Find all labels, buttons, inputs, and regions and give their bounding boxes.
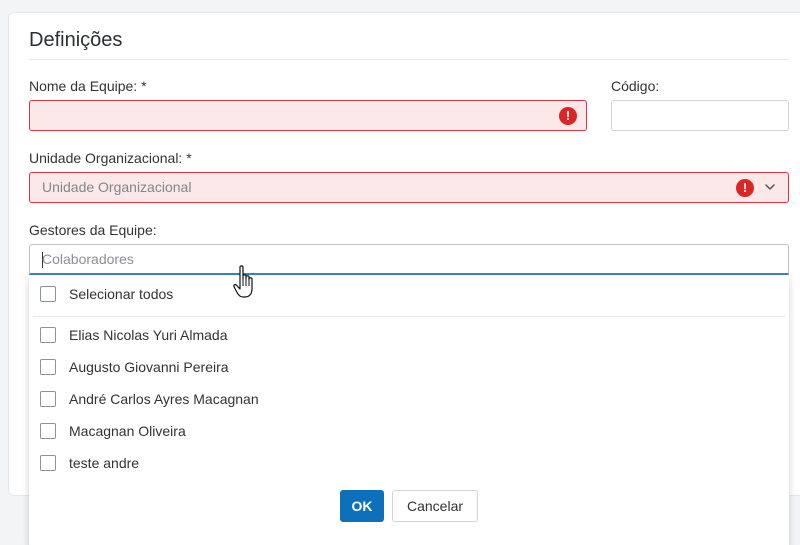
checkbox-icon[interactable]	[40, 455, 56, 471]
option-label: André Carlos Ayres Macagnan	[69, 391, 259, 407]
exclamation-circle-icon: !	[736, 179, 754, 197]
section-title: Definições	[29, 29, 123, 51]
dropdown-divider	[33, 316, 785, 317]
team-name-input[interactable]: !	[29, 100, 587, 131]
option-label: Elias Nicolas Yuri Almada	[69, 327, 228, 343]
list-item[interactable]: teste andre	[40, 453, 139, 473]
list-item[interactable]: Elias Nicolas Yuri Almada	[40, 325, 227, 345]
cancel-button[interactable]: Cancelar	[392, 490, 478, 522]
option-label: Augusto Giovanni Pereira	[69, 359, 229, 375]
checkbox-icon[interactable]	[40, 423, 56, 439]
option-label: Macagnan Oliveira	[69, 423, 186, 439]
checkbox-icon[interactable]	[40, 391, 56, 407]
select-all-label: Selecionar todos	[69, 286, 174, 302]
managers-placeholder: Colaboradores	[42, 251, 134, 267]
checkbox-icon[interactable]	[40, 359, 56, 375]
org-unit-label: Unidade Organizacional: *	[29, 150, 192, 166]
code-label: Código:	[611, 78, 660, 94]
team-name-label: Nome da Equipe: *	[29, 78, 147, 94]
hand-pointer-cursor-icon	[233, 265, 253, 298]
list-item[interactable]: Macagnan Oliveira	[40, 421, 186, 441]
managers-search-input[interactable]: Colaboradores	[29, 244, 789, 275]
option-label: teste andre	[69, 455, 140, 471]
checkbox-icon[interactable]	[40, 327, 56, 343]
code-input[interactable]	[611, 100, 789, 131]
managers-label: Gestores da Equipe:	[29, 222, 157, 238]
list-item[interactable]: Augusto Giovanni Pereira	[40, 357, 229, 377]
chevron-down-icon[interactable]	[762, 179, 778, 195]
ok-button[interactable]: OK	[340, 490, 384, 522]
select-all-option[interactable]: Selecionar todos	[40, 284, 173, 304]
title-divider	[29, 59, 789, 60]
managers-dropdown: Selecionar todos Elias Nicolas Yuri Alma…	[29, 276, 789, 545]
list-item[interactable]: André Carlos Ayres Macagnan	[40, 389, 259, 409]
exclamation-circle-icon: !	[559, 107, 577, 125]
checkbox-icon[interactable]	[40, 286, 56, 302]
org-unit-placeholder: Unidade Organizacional	[42, 179, 192, 195]
org-unit-select[interactable]: Unidade Organizacional !	[29, 172, 789, 203]
